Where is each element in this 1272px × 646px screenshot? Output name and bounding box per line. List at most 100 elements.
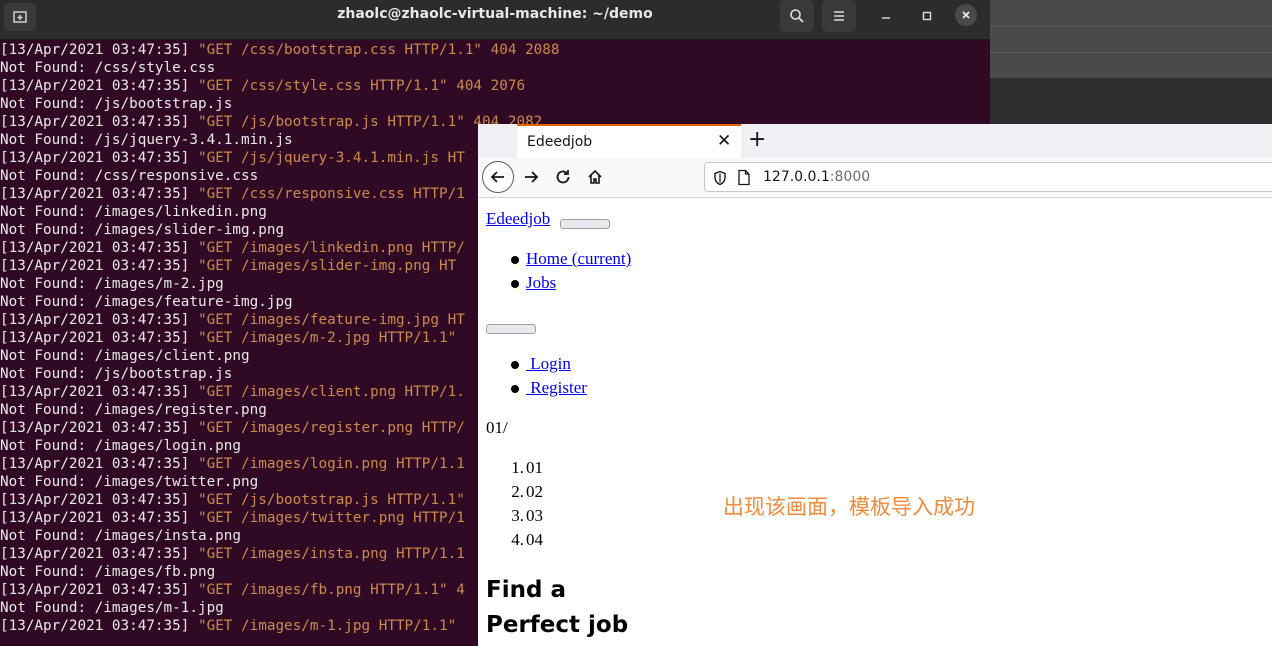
forward-button[interactable] [520,166,542,188]
slide-indicator[interactable]: 03 [526,506,543,526]
log-message: Not Found: /js/jquery-3.4.1.min.js [0,132,293,148]
slide-counter: 01/ [486,418,508,437]
page-icon [738,169,750,186]
log-message: Not Found: /images/slider-img.png [0,222,285,238]
new-tab-button[interactable] [4,3,36,31]
back-arrow-icon [490,171,504,183]
log-timestamp: [13/Apr/2021 03:47:35] [0,618,190,634]
reload-button[interactable] [552,166,574,188]
log-message: Not Found: /images/m-1.jpg [0,600,224,616]
close-button[interactable] [955,4,977,26]
terminal-line: Not Found: /css/style.css [0,59,990,77]
background-window-area [990,78,1272,124]
close-icon [962,11,970,19]
log-timestamp: [13/Apr/2021 03:47:35] [0,114,190,130]
maximize-button[interactable] [915,6,939,26]
hero-heading-line2: Perfect job [486,612,629,638]
log-timestamp: [13/Apr/2021 03:47:35] [0,312,190,328]
home-button[interactable] [584,166,606,188]
terminal-line: Not Found: /js/bootstrap.js [0,95,990,113]
maximize-icon [922,11,932,21]
log-message: Not Found: /images/feature-img.jpg [0,294,293,310]
list-number: 3. [511,506,524,525]
navigation-toolbar: 127.0.0.1:8000 [478,158,1272,198]
register-link[interactable]: Register [526,378,587,398]
url-text[interactable]: 127.0.0.1:8000 [763,169,870,185]
log-timestamp: [13/Apr/2021 03:47:35] [0,456,190,472]
new-tab-icon [13,11,27,23]
annotation-text: 出现该画面，模板导入成功 [723,495,975,519]
list-bullet [511,361,519,369]
list-bullet [511,256,519,264]
terminal-titlebar: zhaolc@zhaolc-virtual-machine: ~/demo [0,0,990,40]
background-divider [990,52,1272,53]
search-form-button[interactable] [486,324,536,334]
reload-icon [556,170,570,184]
log-request: "GET /images/fb.png HTTP/1.1" 4 [189,582,465,598]
close-tab-icon[interactable]: ✕ [717,131,731,151]
log-request: "GET /js/jquery-3.4.1.min.js HT [189,150,465,166]
search-button[interactable] [780,0,814,32]
log-message: Not Found: /images/client.png [0,348,250,364]
hamburger-menu-icon [834,11,844,21]
log-request: "GET /images/register.png HTTP/ [189,420,465,436]
log-timestamp: [13/Apr/2021 03:47:35] [0,42,190,58]
log-request: "GET /css/bootstrap.css HTTP/1.1" 404 20… [189,42,560,58]
new-tab-plus-icon[interactable]: + [748,127,766,152]
log-request: "GET /css/style.css HTTP/1.1" 404 2076 [189,78,526,94]
navbar-toggler-button[interactable] [560,219,610,229]
list-number: 4. [511,530,524,549]
search-icon [790,9,804,23]
log-message: Not Found: /images/login.png [0,438,242,454]
log-timestamp: [13/Apr/2021 03:47:35] [0,186,190,202]
log-timestamp: [13/Apr/2021 03:47:35] [0,258,190,274]
slide-indicator[interactable]: 01 [526,458,543,478]
browser-window: Edeedjob ✕ + 127.0.0.1:8000 Edeedjob Hom… [478,124,1272,646]
address-bar[interactable]: 127.0.0.1:8000 [704,162,1272,192]
log-message: Not Found: /images/linkedin.png [0,204,267,220]
web-page-content: Edeedjob Home (current) Jobs Login Regis… [478,199,1272,646]
list-bullet [511,385,519,393]
menu-button[interactable] [822,0,856,32]
browser-tab[interactable]: Edeedjob ✕ [517,124,741,158]
log-request: "GET /images/insta.png HTTP/1.1 [189,546,465,562]
log-timestamp: [13/Apr/2021 03:47:35] [0,150,190,166]
log-request: "GET /js/bootstrap.js HTTP/1.1" [189,492,465,508]
list-bullet [511,280,519,288]
log-timestamp: [13/Apr/2021 03:47:35] [0,510,190,526]
tab-title: Edeedjob [527,134,593,150]
back-button[interactable] [482,161,514,193]
log-request: "GET /images/linkedin.png HTTP/ [189,240,465,256]
log-message: Not Found: /images/twitter.png [0,474,259,490]
log-timestamp: [13/Apr/2021 03:47:35] [0,330,190,346]
slide-indicator[interactable]: 02 [526,482,543,502]
tab-bar: Edeedjob ✕ + [478,124,1272,158]
log-timestamp: [13/Apr/2021 03:47:35] [0,78,190,94]
log-message: Not Found: /images/insta.png [0,528,242,544]
log-request: "GET /images/m-1.jpg HTTP/1.1" [189,618,457,634]
list-number: 1. [511,458,524,477]
log-message: Not Found: /images/fb.png [0,564,216,580]
log-message: Not Found: /images/m-2.jpg [0,276,224,292]
log-message: Not Found: /css/responsive.css [0,168,259,184]
log-message: Not Found: /images/register.png [0,402,267,418]
log-request: "GET /images/slider-img.png HT [189,258,457,274]
brand-text: Edeedjob [486,209,551,228]
minimize-icon [882,17,890,19]
log-request: "GET /images/m-2.jpg HTTP/1.1" [189,330,457,346]
log-request: "GET /images/feature-img.jpg HT [189,312,465,328]
home-icon [588,169,602,184]
shield-icon[interactable] [713,170,727,186]
brand-link[interactable]: Edeedjob [486,209,550,229]
minimize-button[interactable] [874,6,898,26]
log-message: Not Found: /js/bootstrap.js [0,96,233,112]
nav-link-home[interactable]: Home (current) [526,249,631,269]
nav-link-jobs[interactable]: Jobs [526,273,556,293]
login-link[interactable]: Login [526,354,571,374]
log-timestamp: [13/Apr/2021 03:47:35] [0,420,190,436]
url-host: 127.0.0.1 [763,169,830,185]
log-message: Not Found: /js/bootstrap.js [0,366,233,382]
log-request: "GET /images/twitter.png HTTP/1 [189,510,465,526]
terminal-line: [13/Apr/2021 03:47:35] "GET /css/style.c… [0,77,990,95]
slide-indicator[interactable]: 04 [526,530,543,550]
